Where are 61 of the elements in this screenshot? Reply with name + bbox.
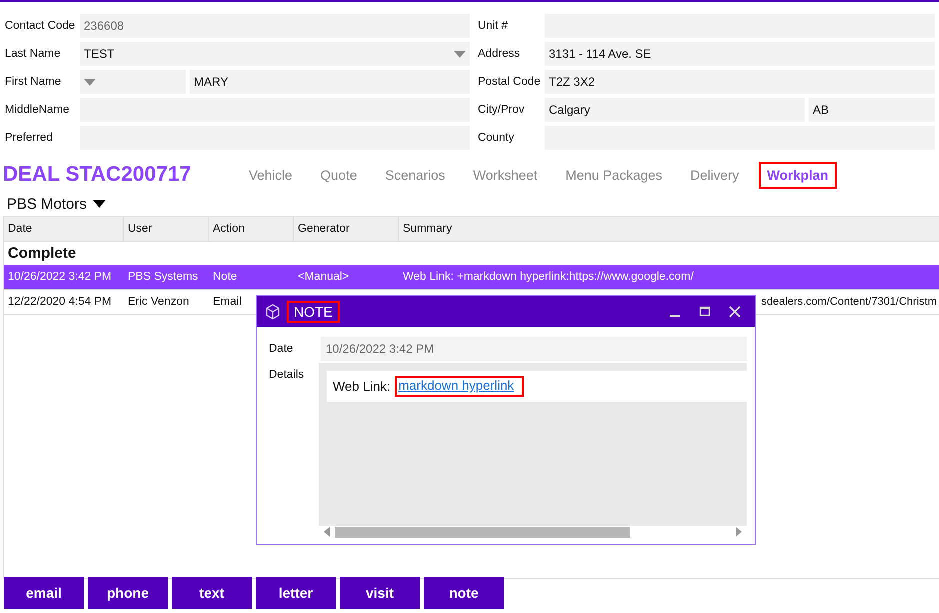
input-field[interactable]: Calgary (545, 98, 805, 122)
input-field[interactable]: 236608 (80, 14, 470, 38)
tab[interactable]: Workplan (759, 162, 836, 188)
dropdown-field[interactable]: TEST (80, 42, 470, 66)
column-header[interactable]: Action (209, 217, 294, 241)
field-label: Preferred (4, 132, 54, 144)
dialog-title: NOTE (287, 300, 340, 322)
column-header[interactable]: Date (4, 217, 124, 241)
input-field[interactable]: 3131 - 114 Ave. SE (545, 42, 935, 66)
dropdown-caret-icon[interactable] (93, 200, 106, 208)
action-button[interactable]: phone (88, 577, 168, 609)
table-cell: Email (213, 296, 242, 308)
dropdown-field[interactable] (80, 70, 186, 94)
field-label: Address (477, 48, 522, 60)
action-button[interactable]: email (4, 577, 84, 609)
tab[interactable]: Quote (312, 162, 366, 188)
field-label: Postal Code (477, 76, 542, 88)
table-cell: Note (213, 271, 238, 283)
column-header[interactable]: Summary (399, 217, 939, 241)
dealer-name[interactable]: PBS Motors (7, 196, 88, 212)
field-label: Last Name (4, 48, 62, 60)
tab[interactable]: Delivery (682, 162, 748, 188)
field-label: Unit # (477, 20, 510, 32)
field-label: First Name (4, 76, 62, 88)
action-button[interactable]: text (172, 577, 252, 609)
field-label: Contact Code (4, 20, 76, 32)
column-header[interactable]: Generator (294, 217, 399, 241)
table-cell: PBS Systems (128, 271, 198, 283)
field-label: Details (269, 368, 306, 383)
details-field[interactable]: Web Link: markdown hyperlink (319, 363, 747, 538)
input-field[interactable]: AB (809, 98, 935, 122)
details-text: Web Link: (333, 379, 391, 394)
tab[interactable]: Scenarios (377, 162, 454, 188)
table-cell: <Manual> (298, 271, 350, 283)
input-field[interactable]: T2Z 3X2 (545, 70, 935, 94)
deal-title: DEAL STAC200717 (2, 163, 192, 187)
table-cell: Web Link: +markdown hyperlink:https://www.google.com/ (403, 271, 694, 283)
table-cell: sdealers.com/Content/7301/Christm (762, 296, 937, 308)
cube-icon (265, 304, 281, 320)
field-label: MiddleName (4, 104, 71, 116)
column-header[interactable]: User (124, 217, 209, 241)
field-label: County (477, 132, 516, 144)
table-cell: Eric Venzon (128, 296, 190, 308)
tab[interactable]: Vehicle (241, 162, 301, 188)
action-button[interactable]: note (424, 577, 504, 609)
scroll-left-icon[interactable] (323, 527, 331, 537)
action-button[interactable]: visit (340, 577, 420, 609)
field-label: Date (269, 342, 294, 357)
table-cell: 10/26/2022 3:42 PM (8, 271, 112, 283)
tab[interactable]: Menu Packages (558, 162, 670, 188)
hyperlink[interactable]: markdown hyperlink (394, 376, 524, 397)
close-icon[interactable] (727, 304, 743, 320)
date-field[interactable]: 10/26/2022 3:42 PM (321, 337, 747, 361)
table-cell: 12/22/2020 4:54 PM (8, 296, 112, 308)
field-label: City/Prov (477, 104, 526, 116)
scroll-right-icon[interactable] (735, 527, 743, 537)
input-field[interactable]: MARY (190, 70, 470, 94)
tab[interactable]: Worksheet (465, 162, 546, 188)
group-header: Complete (7, 244, 78, 264)
action-button[interactable]: letter (256, 577, 336, 609)
scrollbar-thumb[interactable] (335, 527, 630, 538)
